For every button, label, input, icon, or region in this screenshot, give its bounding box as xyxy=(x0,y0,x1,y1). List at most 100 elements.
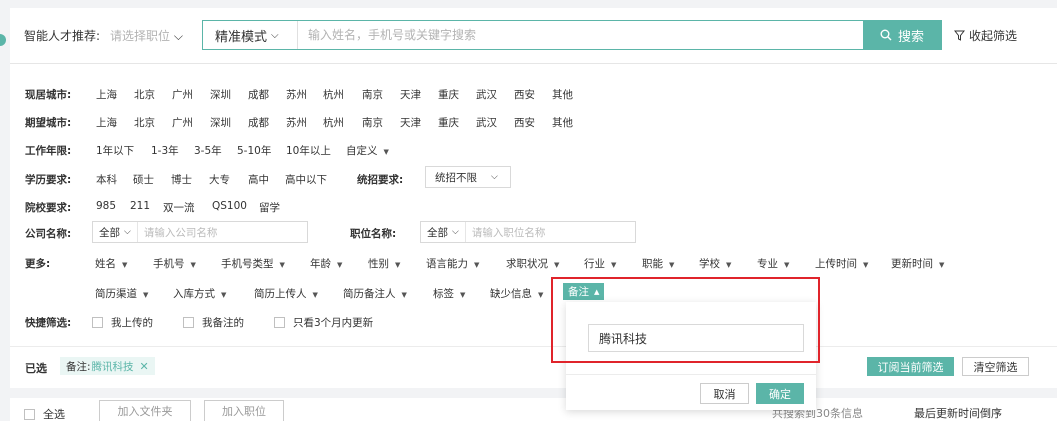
city-option[interactable]: 广州 xyxy=(172,115,193,130)
more-filter-dropdown[interactable]: 简历备注人 ▼ xyxy=(343,286,407,301)
add-folder-button[interactable]: 加入文件夹 xyxy=(99,400,191,421)
checkbox[interactable] xyxy=(183,317,194,328)
subscribe-button[interactable]: 订阅当前筛选 xyxy=(867,357,954,376)
more-filter-dropdown[interactable]: 简历上传人 ▼ xyxy=(254,286,318,301)
city-option[interactable]: 南京 xyxy=(362,115,383,130)
school-option[interactable]: QS100 xyxy=(212,200,247,212)
work-years-option[interactable]: 1-3年 xyxy=(151,143,179,158)
city-option[interactable]: 广州 xyxy=(172,87,193,102)
education-option[interactable]: 本科 xyxy=(96,172,117,187)
city-option[interactable]: 杭州 xyxy=(323,87,344,102)
city-option[interactable]: 北京 xyxy=(134,115,155,130)
city-option[interactable]: 天津 xyxy=(400,115,421,130)
caret-down-icon: ▼ xyxy=(863,261,869,269)
education-option[interactable]: 大专 xyxy=(209,172,230,187)
mode-select[interactable]: 精准模式 ⌵ xyxy=(203,21,298,49)
more-filter-dropdown[interactable]: 年龄 ▼ xyxy=(310,256,342,271)
school-option[interactable]: 211 xyxy=(130,200,150,212)
checkbox[interactable] xyxy=(274,317,285,328)
city-option[interactable]: 北京 xyxy=(134,87,155,102)
search-bar: 智能人才推荐: 请选择职位 ⌵ 精准模式⌵ 搜索 收起筛选 xyxy=(10,8,1057,64)
select-all[interactable]: 全选 xyxy=(24,406,65,421)
education-option[interactable]: 高中以下 xyxy=(285,172,327,187)
search-input[interactable] xyxy=(298,21,863,49)
results-toolbar: 全选 加入文件夹 加入职位 共搜索到30条信息 最后更新时间倒序 xyxy=(10,398,1057,421)
confirm-button[interactable]: 确定 xyxy=(756,383,804,404)
city-option[interactable]: 重庆 xyxy=(438,87,459,102)
city-option[interactable]: 深圳 xyxy=(210,115,231,130)
clear-filter-button[interactable]: 清空筛选 xyxy=(962,357,1029,376)
more-filter-dropdown[interactable]: 更新时间 ▼ xyxy=(891,256,944,271)
more-filter-dropdown[interactable]: 简历渠道 ▼ xyxy=(95,286,148,301)
more-filter-dropdown[interactable]: 行业 ▼ xyxy=(584,256,616,271)
work-years-option[interactable]: 1年以下 xyxy=(96,143,134,158)
work-years-option[interactable]: 10年以上 xyxy=(286,143,331,158)
more-filter-dropdown[interactable]: 语言能力 ▼ xyxy=(426,256,479,271)
quick-uploaded[interactable]: 我上传的 xyxy=(92,315,153,330)
school-option[interactable]: 985 xyxy=(96,200,116,212)
add-position-button[interactable]: 加入职位 xyxy=(204,400,284,421)
city-option[interactable]: 重庆 xyxy=(438,115,459,130)
position-scope-select[interactable]: 全部 ⌵ xyxy=(421,222,466,242)
position-field[interactable]: 全部 ⌵ 请输入职位名称 xyxy=(420,221,636,243)
city-option[interactable]: 苏州 xyxy=(286,87,307,102)
city-option[interactable]: 西安 xyxy=(514,87,535,102)
school-option[interactable]: 双一流 xyxy=(163,200,195,215)
city-option[interactable]: 天津 xyxy=(400,87,421,102)
collapse-filter-button[interactable]: 收起筛选 xyxy=(954,27,1017,44)
more-filter-dropdown[interactable]: 手机号类型 ▼ xyxy=(221,256,285,271)
company-input[interactable]: 请输入公司名称 xyxy=(138,225,218,240)
caret-down-icon: ▼ xyxy=(337,261,343,269)
city-option[interactable]: 武汉 xyxy=(476,115,497,130)
city-option[interactable]: 武汉 xyxy=(476,87,497,102)
recommend-label: 智能人才推荐: xyxy=(24,29,101,43)
unified-select[interactable]: 统招不限 ⌵ xyxy=(425,166,511,188)
sort-select[interactable]: 最后更新时间倒序 xyxy=(914,405,1002,421)
city-option[interactable]: 深圳 xyxy=(210,87,231,102)
caret-down-icon: ▼ xyxy=(143,291,149,299)
selected-tag: 备注: 腾讯科技 ✕ xyxy=(60,357,155,375)
city-option[interactable]: 上海 xyxy=(96,115,117,130)
search-button[interactable]: 搜索 xyxy=(863,21,941,49)
more-filter-dropdown[interactable]: 标签 ▼ xyxy=(433,286,465,301)
caret-down-icon: ▼ xyxy=(726,261,732,269)
more-filter-dropdown[interactable]: 专业 ▼ xyxy=(757,256,789,271)
city-option[interactable]: 成都 xyxy=(248,87,269,102)
caret-down-icon: ▼ xyxy=(221,291,227,299)
education-option[interactable]: 博士 xyxy=(171,172,192,187)
work-years-custom[interactable]: 自定义 ▼ xyxy=(346,143,389,158)
company-scope-select[interactable]: 全部 ⌵ xyxy=(93,222,138,242)
city-option[interactable]: 上海 xyxy=(96,87,117,102)
city-option[interactable]: 其他 xyxy=(552,115,573,130)
education-option[interactable]: 高中 xyxy=(248,172,269,187)
city-option[interactable]: 成都 xyxy=(248,115,269,130)
quick-remarked[interactable]: 我备注的 xyxy=(183,315,244,330)
more-filter-dropdown[interactable]: 性别 ▼ xyxy=(368,256,400,271)
city-option[interactable]: 其他 xyxy=(552,87,573,102)
city-option[interactable]: 南京 xyxy=(362,87,383,102)
more-filter-dropdown[interactable]: 学校 ▼ xyxy=(699,256,731,271)
checkbox[interactable] xyxy=(92,317,103,328)
more-filter-dropdown[interactable]: 缺少信息 ▼ xyxy=(490,286,543,301)
checkbox[interactable] xyxy=(24,408,35,420)
position-input[interactable]: 请输入职位名称 xyxy=(466,225,546,240)
more-filter-dropdown[interactable]: 职能 ▼ xyxy=(642,256,674,271)
work-years-option[interactable]: 3-5年 xyxy=(194,143,222,158)
cancel-button[interactable]: 取消 xyxy=(700,383,749,404)
more-filter-dropdown[interactable]: 求职状况 ▼ xyxy=(506,256,559,271)
more-filter-dropdown[interactable]: 姓名 ▼ xyxy=(95,256,127,271)
divider xyxy=(566,374,816,375)
city-option[interactable]: 杭州 xyxy=(323,115,344,130)
position-select[interactable]: 请选择职位 ⌵ xyxy=(110,27,183,44)
city-option[interactable]: 苏州 xyxy=(286,115,307,130)
education-option[interactable]: 硕士 xyxy=(133,172,154,187)
more-filter-dropdown[interactable]: 手机号 ▼ xyxy=(153,256,196,271)
quick-recent[interactable]: 只看3个月内更新 xyxy=(274,315,373,330)
school-option[interactable]: 留学 xyxy=(259,200,280,215)
more-filter-dropdown[interactable]: 上传时间 ▼ xyxy=(815,256,868,271)
company-field[interactable]: 全部 ⌵ 请输入公司名称 xyxy=(92,221,308,243)
city-option[interactable]: 西安 xyxy=(514,115,535,130)
close-icon[interactable]: ✕ xyxy=(140,360,149,373)
more-filter-dropdown[interactable]: 入库方式 ▼ xyxy=(173,286,226,301)
work-years-option[interactable]: 5-10年 xyxy=(237,143,271,158)
